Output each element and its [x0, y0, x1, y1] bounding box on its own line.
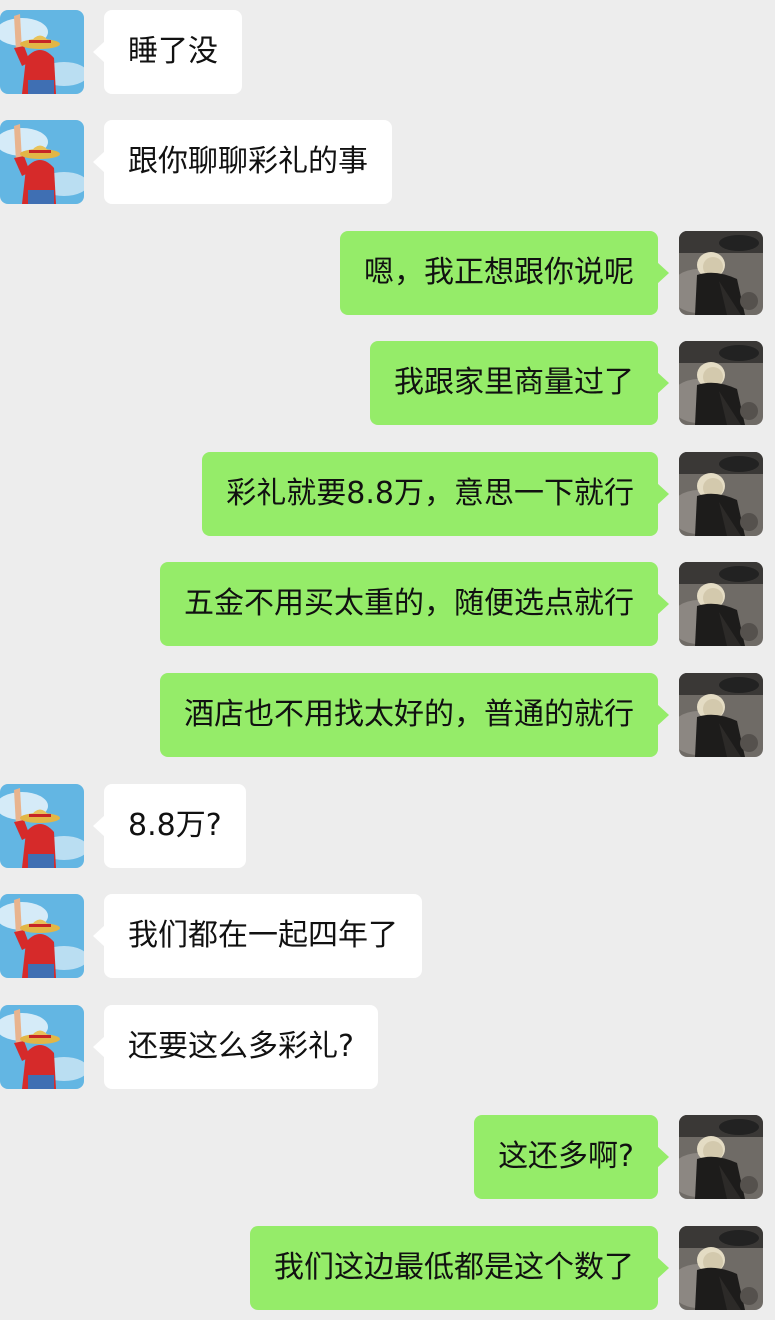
self-avatar[interactable]	[679, 562, 763, 646]
message-row-incoming: 跟你聊聊彩礼的事	[0, 120, 775, 204]
avatar-image	[0, 894, 84, 978]
chat-message-list[interactable]: 睡了没 跟你聊聊彩礼的事 嗯，我正想跟你说呢 我跟家里商量过了 彩礼就要8.8万…	[0, 0, 775, 1320]
message-bubble[interactable]: 这还多啊?	[474, 1115, 669, 1199]
message-text: 酒店也不用找太好的，普通的就行	[184, 697, 634, 732]
self-avatar[interactable]	[679, 452, 763, 536]
self-avatar[interactable]	[679, 673, 763, 757]
self-avatar[interactable]	[679, 231, 763, 315]
avatar-image	[0, 784, 84, 868]
message-row-incoming: 8.8万?	[0, 784, 775, 868]
avatar-image	[0, 120, 84, 204]
message-text: 我们这边最低都是这个数了	[274, 1250, 634, 1285]
self-avatar[interactable]	[679, 1115, 763, 1199]
message-text: 8.8万?	[128, 808, 222, 843]
message-row-incoming: 我们都在一起四年了	[0, 894, 775, 978]
message-bubble[interactable]: 彩礼就要8.8万，意思一下就行	[202, 452, 669, 536]
message-text: 这还多啊?	[498, 1139, 634, 1174]
avatar-image	[679, 452, 763, 536]
message-row-incoming: 睡了没	[0, 10, 775, 94]
message-row-outgoing: 酒店也不用找太好的，普通的就行	[0, 673, 775, 757]
avatar-image	[679, 1226, 763, 1310]
contact-avatar[interactable]	[0, 120, 84, 204]
message-row-incoming: 还要这么多彩礼?	[0, 1005, 775, 1089]
message-bubble[interactable]: 睡了没	[93, 10, 242, 94]
message-row-outgoing: 嗯，我正想跟你说呢	[0, 231, 775, 315]
message-row-outgoing: 这还多啊?	[0, 1115, 775, 1199]
message-row-outgoing: 彩礼就要8.8万，意思一下就行	[0, 452, 775, 536]
contact-avatar[interactable]	[0, 784, 84, 868]
message-bubble[interactable]: 还要这么多彩礼?	[93, 1005, 378, 1089]
avatar-image	[0, 1005, 84, 1089]
message-text: 五金不用买太重的，随便选点就行	[184, 586, 634, 621]
self-avatar[interactable]	[679, 1226, 763, 1310]
avatar-image	[679, 231, 763, 315]
contact-avatar[interactable]	[0, 10, 84, 94]
self-avatar[interactable]	[679, 341, 763, 425]
message-text: 睡了没	[128, 34, 218, 69]
message-bubble[interactable]: 五金不用买太重的，随便选点就行	[160, 562, 669, 646]
message-text: 我跟家里商量过了	[394, 365, 634, 400]
message-text: 还要这么多彩礼?	[128, 1029, 354, 1064]
avatar-image	[679, 673, 763, 757]
message-bubble[interactable]: 我跟家里商量过了	[370, 341, 669, 425]
message-text: 跟你聊聊彩礼的事	[128, 144, 368, 179]
message-bubble[interactable]: 跟你聊聊彩礼的事	[93, 120, 392, 204]
contact-avatar[interactable]	[0, 1005, 84, 1089]
avatar-image	[679, 562, 763, 646]
message-text: 彩礼就要8.8万，意思一下就行	[226, 476, 634, 511]
avatar-image	[679, 341, 763, 425]
message-row-outgoing: 我们这边最低都是这个数了	[0, 1226, 775, 1310]
message-bubble[interactable]: 我们都在一起四年了	[93, 894, 422, 978]
message-text: 我们都在一起四年了	[128, 918, 398, 953]
message-row-outgoing: 我跟家里商量过了	[0, 341, 775, 425]
message-bubble[interactable]: 酒店也不用找太好的，普通的就行	[160, 673, 669, 757]
message-row-outgoing: 五金不用买太重的，随便选点就行	[0, 562, 775, 646]
contact-avatar[interactable]	[0, 894, 84, 978]
avatar-image	[0, 10, 84, 94]
message-bubble[interactable]: 嗯，我正想跟你说呢	[340, 231, 669, 315]
avatar-image	[679, 1115, 763, 1199]
message-bubble[interactable]: 我们这边最低都是这个数了	[250, 1226, 669, 1310]
message-text: 嗯，我正想跟你说呢	[364, 255, 634, 290]
message-bubble[interactable]: 8.8万?	[93, 784, 246, 868]
